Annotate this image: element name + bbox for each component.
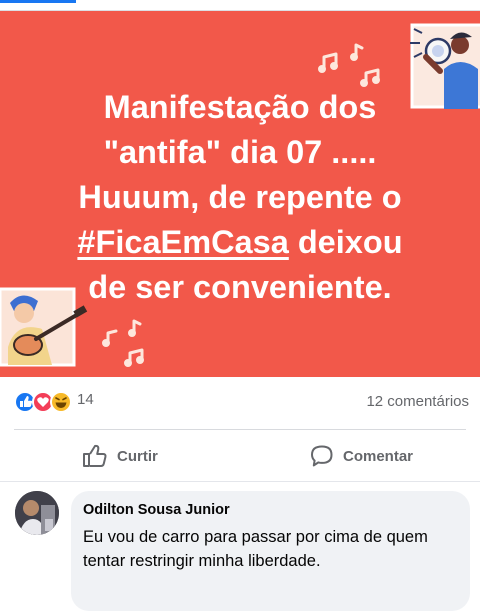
thumbs-up-icon <box>83 444 107 467</box>
avatar-photo <box>15 491 59 535</box>
post-text: Manifestação dos "antifa" dia 07 ..... H… <box>40 85 440 310</box>
comment-item: Odilton Sousa Junior Eu vou de carro par… <box>0 488 480 611</box>
like-button[interactable]: Curtir <box>82 440 158 472</box>
post-text-background: Manifestação dos "antifa" dia 07 ..... H… <box>0 11 480 377</box>
haha-icon <box>50 391 72 413</box>
divider <box>14 429 466 430</box>
reactions-summary: 14 12 comentários <box>0 377 480 427</box>
comment-text: Eu vou de carro para passar por cima de … <box>83 528 428 570</box>
comment-label: Comentar <box>343 447 414 465</box>
top-strip <box>0 0 480 11</box>
comment-author-link[interactable]: Odilton Sousa Junior <box>83 502 230 518</box>
avatar[interactable] <box>15 491 59 535</box>
post-text-line: #FicaEmCasa deixou <box>40 220 440 265</box>
reaction-icons[interactable] <box>14 390 76 414</box>
comment-bubble-icon <box>311 445 333 467</box>
comment-bubble: Odilton Sousa Junior Eu vou de carro par… <box>71 491 470 611</box>
comment-button[interactable]: Comentar <box>310 440 413 472</box>
comments-count-link[interactable]: 12 comentários <box>366 393 469 410</box>
music-notes-icon <box>102 319 144 367</box>
like-label: Curtir <box>117 447 158 465</box>
post-text-line: Manifestação dos <box>103 89 377 125</box>
post-text-fragment: deixou <box>297 224 403 260</box>
post-text-line: "antifa" dia 07 ..... <box>103 134 377 170</box>
post-text-line: Huuum, de repente o <box>78 179 402 215</box>
post-text-line: de ser conveniente. <box>88 269 392 305</box>
divider <box>0 481 480 482</box>
active-tab-indicator <box>0 0 76 3</box>
reaction-count[interactable]: 14 <box>77 391 94 408</box>
hashtag-link[interactable]: #FicaEmCasa <box>77 224 288 260</box>
